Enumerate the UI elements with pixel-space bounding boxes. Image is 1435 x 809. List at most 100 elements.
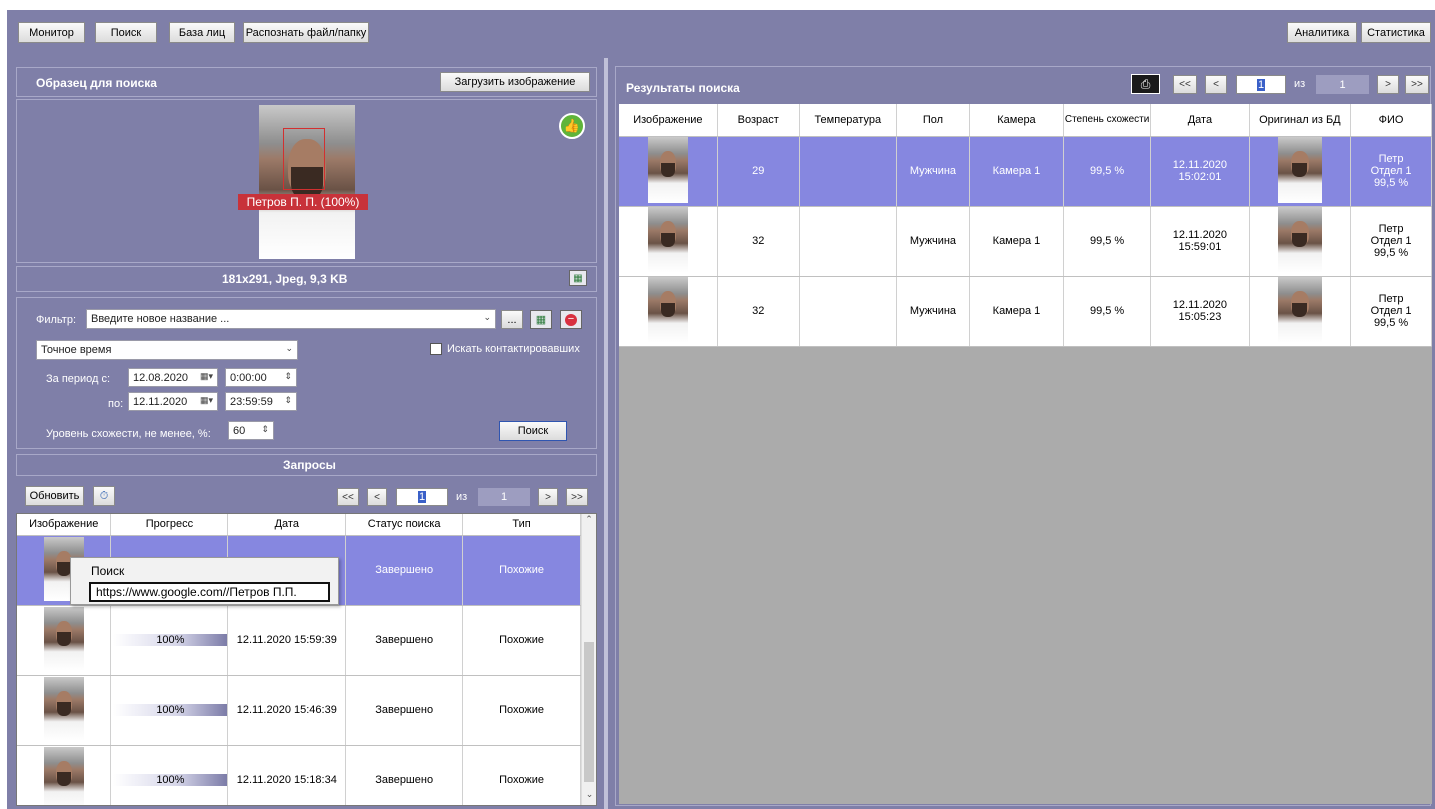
result-fio-name: Петр [1378,153,1404,165]
request-progress: 100% [110,675,229,746]
thumbs-up-icon[interactable]: 👍 [559,113,585,139]
filter-name-input[interactable]: Введите новое название ... ⌄ [86,309,496,329]
filter-remove-icon[interactable]: − [560,310,582,329]
time-to-input[interactable]: 23:59:59 ⇕ [225,392,297,411]
request-thumbnail [17,605,112,676]
timer-icon[interactable]: ⏱ [93,486,115,506]
col-original[interactable]: Оригинал из БД [1249,104,1352,137]
monitor-tab-button[interactable]: Монитор [18,22,85,43]
result-date-time: 15:02:01 [1178,171,1222,183]
calendar-icon[interactable]: ▦▾ [200,395,213,406]
col-camera[interactable]: Камера [969,104,1064,137]
table-row[interactable]: 100% 12.11.2020 15:18:34 Завершено Похож… [17,745,581,805]
result-fio: Петр Отдел 1 99,5 % [1350,206,1432,277]
result-fio-score: 99,5 % [1373,247,1409,259]
table-row[interactable]: 100% 12.11.2020 15:59:39 Завершено Похож… [17,605,581,676]
recognize-file-button[interactable]: Распознать файл/папку [243,22,369,43]
col-image[interactable]: Изображение [619,104,718,137]
context-menu-item-google[interactable]: https://www.google.com//Петров П.П. [89,582,330,602]
result-camera: Камера 1 [969,276,1064,347]
panel-splitter[interactable] [604,58,608,809]
filter-placeholder: Введите новое название ... [91,313,230,325]
col-age[interactable]: Возраст [717,104,800,137]
calendar-icon[interactable]: ▦▾ [200,371,213,382]
image-info-text: 181x291, Jpeg, 9,3 KB [222,272,348,286]
search-tab-button[interactable]: Поиск [95,22,157,43]
result-sex: Мужчина [896,276,971,347]
requests-next-page-button[interactable]: > [538,488,558,506]
col-sex[interactable]: Пол [896,104,971,137]
results-page-input[interactable]: 1 [1236,75,1286,94]
spinner-icon[interactable]: ⇕ [284,371,292,382]
result-camera: Камера 1 [969,206,1064,277]
col-similarity[interactable]: Степень схожести [1063,104,1152,137]
search-button[interactable]: Поиск [499,421,567,441]
scroll-thumb[interactable] [584,642,594,782]
requests-last-page-button[interactable]: >> [566,488,588,506]
results-table-container: Изображение Возраст Температура Пол Каме… [619,104,1432,804]
filter-save-icon[interactable]: ▦ [530,310,552,329]
table-row[interactable]: 100% 12.11.2020 15:46:39 Завершено Похож… [17,675,581,746]
col-image[interactable]: Изображение [17,514,112,536]
chevron-down-icon: ⌄ [483,312,491,322]
col-date[interactable]: Дата [227,514,347,536]
col-temperature[interactable]: Температура [799,104,897,137]
requests-total-value: 1 [500,491,508,503]
table-row[interactable]: 29 Мужчина Камера 1 99,5 % 12.11.2020 15:… [619,136,1432,207]
result-thumbnail [619,206,718,277]
face-db-tab-button[interactable]: База лиц [169,22,235,43]
period-from-label: За период с: [46,373,111,385]
table-row[interactable]: 32 Мужчина Камера 1 99,5 % 12.11.2020 15:… [619,206,1432,277]
requests-page-input[interactable]: 1 [396,488,448,506]
spinner-icon[interactable]: ⇕ [261,424,269,435]
results-first-page-button[interactable]: << [1173,75,1197,94]
time-to-value: 23:59:59 [230,395,273,408]
date-from-input[interactable]: 12.08.2020 ▦▾ [128,368,218,387]
col-fio[interactable]: ФИО [1350,104,1432,137]
time-from-value: 0:00:00 [230,371,267,384]
context-menu-item-search[interactable]: Поиск [91,564,124,578]
result-temperature [799,136,897,207]
request-status: Завершено [345,535,464,606]
time-mode-select[interactable]: Точное время ⌄ [36,340,298,360]
statistics-button[interactable]: Статистика [1361,22,1431,43]
request-type: Похожие [462,745,581,805]
spinner-icon[interactable]: ⇕ [284,395,292,406]
date-to-input[interactable]: 12.11.2020 ▦▾ [128,392,218,411]
load-image-button[interactable]: Загрузить изображение [440,72,590,92]
analytics-button[interactable]: Аналитика [1287,22,1357,43]
col-status[interactable]: Статус поиска [345,514,464,536]
results-total-pages: 1 [1316,75,1369,94]
period-to-label: по: [108,398,124,410]
similarity-input[interactable]: 60 ⇕ [228,421,274,440]
save-image-icon[interactable]: ▦ [569,270,587,286]
requests-first-page-button[interactable]: << [337,488,359,506]
print-icon[interactable]: ⎙ [1131,74,1160,94]
results-next-page-button[interactable]: > [1377,75,1399,94]
scroll-down-icon[interactable]: ⌄ [582,789,596,805]
request-date: 12.11.2020 15:18:34 [227,745,347,805]
result-fio-dept: Отдел 1 [1370,165,1412,177]
time-from-input[interactable]: 0:00:00 ⇕ [225,368,297,387]
result-similarity: 99,5 % [1063,276,1152,347]
results-table: Изображение Возраст Температура Пол Каме… [619,104,1432,347]
requests-prev-page-button[interactable]: < [367,488,387,506]
results-last-page-button[interactable]: >> [1405,75,1429,94]
filter-more-button[interactable]: ... [501,310,523,329]
requests-scrollbar[interactable]: ⌃ ⌄ [581,514,596,805]
contacts-checkbox[interactable] [430,343,442,355]
scroll-up-icon[interactable]: ⌃ [582,514,596,530]
results-title: Результаты поиска [626,81,740,95]
result-thumbnail [619,276,718,347]
refresh-button[interactable]: Обновить [25,486,84,506]
result-temperature [799,206,897,277]
col-type[interactable]: Тип [462,514,581,536]
result-date: 12.11.2020 15:59:01 [1150,206,1250,277]
table-row[interactable]: 32 Мужчина Камера 1 99,5 % 12.11.2020 15:… [619,276,1432,347]
results-prev-page-button[interactable]: < [1205,75,1227,94]
result-fio-score: 99,5 % [1373,317,1409,329]
col-progress[interactable]: Прогресс [110,514,229,536]
result-date-time: 15:05:23 [1178,311,1222,323]
request-type: Похожие [462,675,581,746]
col-date[interactable]: Дата [1150,104,1250,137]
